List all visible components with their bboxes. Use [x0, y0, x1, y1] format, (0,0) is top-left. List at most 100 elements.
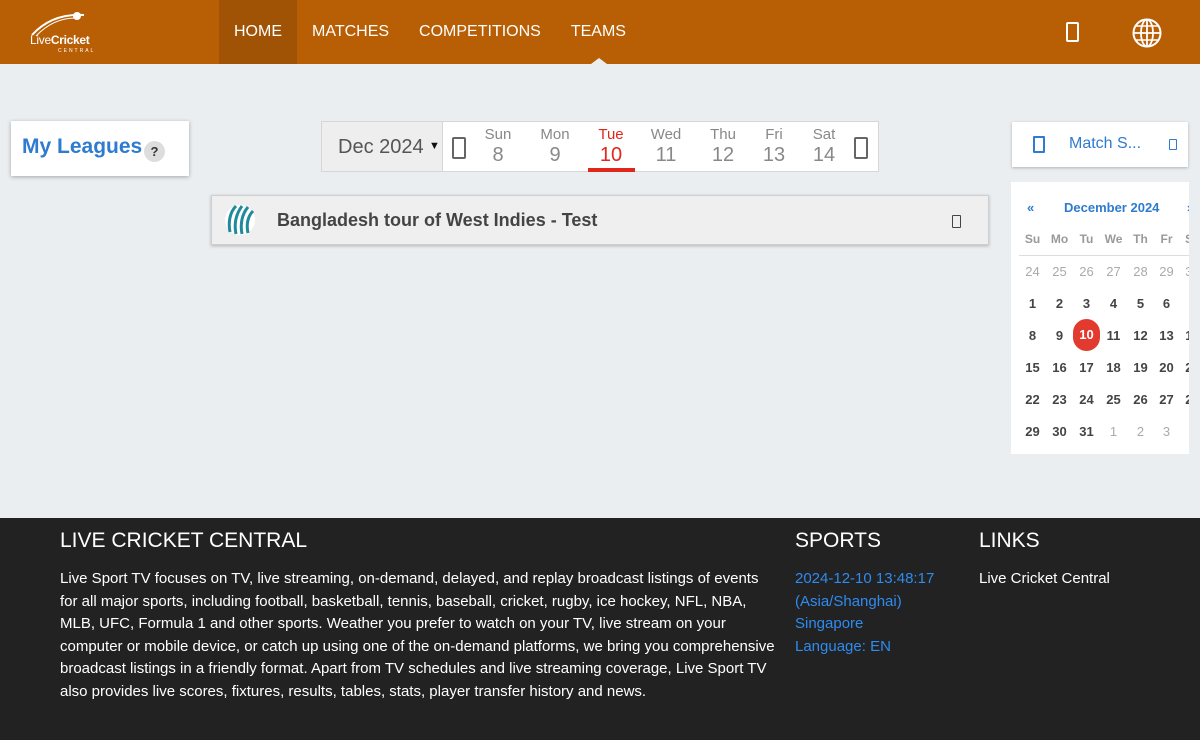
calendar-day[interactable]: 1 [1019, 290, 1046, 317]
calendar-day[interactable]: 9 [1046, 322, 1073, 349]
calendar-day[interactable]: 13 [1153, 322, 1180, 349]
help-icon[interactable]: ? [144, 141, 165, 162]
calendar-day[interactable]: 24 [1073, 386, 1100, 413]
day-number: 11 [655, 144, 677, 166]
calendar-weekday: Sa [1179, 232, 1189, 246]
next-week-icon[interactable] [854, 137, 868, 159]
day-name: Fri [765, 126, 783, 143]
day-thu[interactable]: Thu 12 [699, 126, 747, 167]
day-wed[interactable]: Wed 11 [642, 126, 690, 167]
day-fri[interactable]: Fri 13 [750, 126, 798, 167]
mobile-icon [1033, 136, 1045, 153]
prev-week-icon[interactable] [452, 137, 466, 159]
calendar-day[interactable]: 2 [1046, 290, 1073, 317]
calendar-weekday: Th [1133, 232, 1148, 246]
calendar-title[interactable]: December 2024 [1064, 200, 1159, 215]
calendar-day[interactable]: 8 [1019, 322, 1046, 349]
day-name: Wed [650, 126, 682, 143]
footer-timezone: (Asia/Shanghai) [795, 592, 902, 610]
day-sat[interactable]: Sat 14 [800, 126, 848, 167]
logo-subtext: CENTRAL [58, 48, 96, 54]
calendar-day[interactable]: 1 [1100, 418, 1127, 445]
calendar-day[interactable]: 16 [1046, 354, 1073, 381]
my-leagues-panel[interactable]: My Leagues ? [11, 121, 189, 176]
month-select-value: Dec 2024 [338, 136, 424, 158]
nav-competitions[interactable]: COMPETITIONS [404, 0, 556, 64]
selected-day-indicator [588, 168, 635, 172]
calendar-day[interactable]: 19 [1127, 354, 1154, 381]
calendar-day[interactable]: 25 [1046, 258, 1073, 285]
footer-about-text: Live Sport TV focuses on TV, live stream… [60, 570, 775, 700]
calendar-day[interactable]: 14 [1179, 322, 1189, 349]
calendar-day[interactable]: 18 [1100, 354, 1127, 381]
calendar-day[interactable]: 30 [1179, 258, 1189, 285]
calendar-day[interactable]: 15 [1019, 354, 1046, 381]
day-number: 12 [711, 144, 735, 166]
match-search-box[interactable]: Match S... [1012, 122, 1188, 167]
calendar-day[interactable]: 31 [1073, 418, 1100, 445]
calendar-day[interactable]: 28 [1127, 258, 1154, 285]
calendar-day[interactable]: 2 [1127, 418, 1154, 445]
calendar-day[interactable]: 5 [1127, 290, 1154, 317]
calendar-day[interactable]: 25 [1100, 386, 1127, 413]
main-nav: HOME MATCHES COMPETITIONS TEAMS [219, 0, 641, 64]
calendar-day[interactable]: 3 [1153, 418, 1180, 445]
calendar-day[interactable]: 29 [1019, 418, 1046, 445]
calendar-day[interactable]: 7 [1179, 290, 1190, 317]
match-search-label[interactable]: Match S... [1069, 135, 1141, 153]
competition-title[interactable]: Bangladesh tour of West Indies - Test [277, 210, 597, 231]
calendar-day[interactable]: 6 [1153, 290, 1180, 317]
my-leagues-title[interactable]: My Leagues [22, 135, 142, 159]
calendar-day[interactable]: 22 [1019, 386, 1046, 413]
day-number: 14 [812, 144, 836, 166]
calendar-prev-button[interactable]: « [1027, 200, 1034, 215]
calendar-day[interactable]: 28 [1179, 386, 1189, 413]
footer-language[interactable]: Language: EN [795, 636, 934, 659]
site-logo[interactable]: LiveCricket CENTRAL [22, 9, 100, 57]
calendar-day[interactable]: 12 [1127, 322, 1154, 349]
caret-down-icon: ▼ [429, 140, 440, 152]
competition-row[interactable]: Bangladesh tour of West Indies - Test [211, 195, 989, 245]
day-number: 10 [599, 144, 623, 166]
day-sun[interactable]: Sun 8 [474, 126, 522, 167]
top-navbar: LiveCricket CENTRAL HOME MATCHES COMPETI… [0, 0, 1200, 64]
calendar-day[interactable]: 17 [1073, 354, 1100, 381]
nav-home[interactable]: HOME [219, 0, 297, 64]
calendar-day[interactable]: 29 [1153, 258, 1180, 285]
mobile-icon[interactable] [1066, 22, 1079, 42]
mobile-icon[interactable] [952, 215, 961, 228]
calendar-day[interactable]: 21 [1179, 354, 1189, 381]
month-calendar: « December 2024 » SuMoTuWeThFrSa 2425262… [1011, 182, 1189, 454]
calendar-day[interactable]: 27 [1100, 258, 1127, 285]
calendar-day[interactable]: 4 [1100, 290, 1127, 317]
calendar-divider [1019, 255, 1189, 256]
calendar-day[interactable]: 11 [1100, 322, 1127, 349]
month-select[interactable]: Dec 2024 ▼ [322, 122, 443, 171]
calendar-day[interactable]: 26 [1073, 258, 1100, 285]
footer-country[interactable]: Singapore [795, 613, 934, 636]
calendar-day[interactable]: 26 [1127, 386, 1154, 413]
calendar-day[interactable]: 24 [1019, 258, 1046, 285]
calendar-next-button[interactable]: » [1187, 200, 1189, 215]
calendar-weekday: We [1104, 232, 1123, 246]
calendar-weekday: Fr [1160, 232, 1173, 246]
day-tue[interactable]: Tue 10 [587, 126, 635, 167]
calendar-day[interactable]: 27 [1153, 386, 1180, 413]
footer: LIVE CRICKET CENTRAL Live Sport TV focus… [0, 518, 1200, 740]
search-icon[interactable] [1169, 139, 1177, 150]
footer-sports-info: 2024-12-10 13:48:17 (Asia/Shanghai) Sing… [795, 568, 934, 658]
globe-icon[interactable] [1132, 18, 1162, 48]
calendar-day[interactable]: 20 [1153, 354, 1180, 381]
footer-link[interactable]: Live Cricket Central [979, 568, 1110, 591]
nav-matches[interactable]: MATCHES [297, 0, 404, 64]
day-number: 8 [492, 144, 504, 166]
calendar-day[interactable]: 30 [1046, 418, 1073, 445]
day-mon[interactable]: Mon 9 [531, 126, 579, 167]
calendar-day[interactable]: 3 [1073, 290, 1100, 317]
footer-links: Live Cricket Central [979, 568, 1110, 591]
nav-teams[interactable]: TEAMS [556, 0, 641, 64]
calendar-day[interactable]: 23 [1046, 386, 1073, 413]
logo-text: LiveCricket [30, 33, 90, 47]
calendar-day-today[interactable]: 10 [1073, 319, 1100, 351]
calendar-day[interactable]: 4 [1179, 418, 1190, 445]
